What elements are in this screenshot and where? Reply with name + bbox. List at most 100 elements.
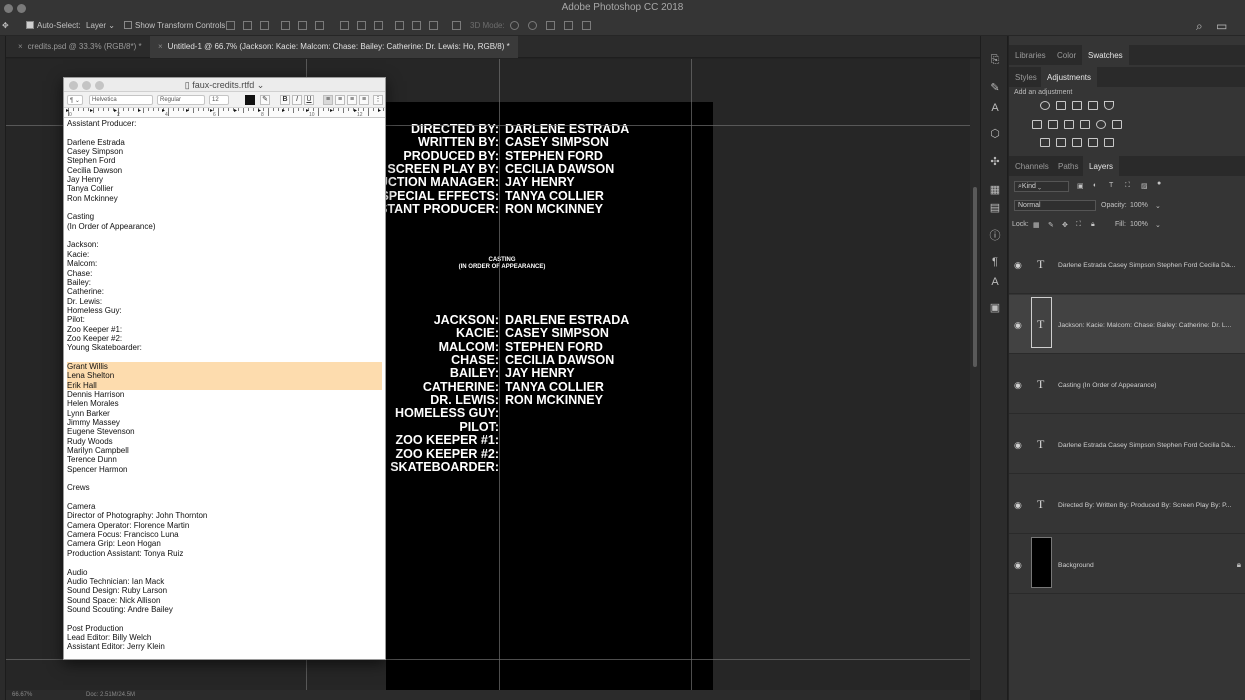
layer-name[interactable]: Casting (In Order of Appearance) bbox=[1058, 382, 1244, 389]
tab-styles[interactable]: Styles bbox=[1009, 67, 1043, 87]
font-style-select[interactable]: Regular bbox=[157, 95, 205, 105]
3d-orbit-icon[interactable] bbox=[510, 21, 519, 30]
opacity-chevron-icon[interactable]: ⌄ bbox=[1155, 202, 1161, 210]
character-icon[interactable]: A bbox=[989, 276, 1001, 288]
italic-button[interactable]: I bbox=[292, 95, 302, 105]
zoom-level[interactable]: 66.67% bbox=[12, 692, 32, 698]
lock-artboard-icon[interactable]: ⛶ bbox=[1076, 221, 1081, 229]
clone-source-icon[interactable]: A bbox=[989, 102, 1001, 114]
history-icon[interactable]: ⎘ bbox=[989, 54, 1001, 66]
opacity-value[interactable]: 100% bbox=[1130, 202, 1148, 209]
brush-settings-icon[interactable]: ✎ bbox=[989, 82, 1001, 94]
tab-paths[interactable]: Paths bbox=[1052, 156, 1084, 176]
text-color-button[interactable] bbox=[245, 95, 255, 105]
tab-libraries[interactable]: Libraries bbox=[1009, 45, 1052, 65]
editor-text-body[interactable]: Assistant Producer: Darlene Estrada Casey … bbox=[64, 119, 385, 659]
posterize-icon[interactable] bbox=[1056, 138, 1066, 147]
filter-adjustment-icon[interactable]: ◐ bbox=[1093, 182, 1097, 189]
tab-color[interactable]: Color bbox=[1051, 45, 1082, 65]
close-tab-icon[interactable]: × bbox=[158, 42, 163, 51]
editor-ruler[interactable]: 0 2 4 6 8 10 12 ▸ ▸ ▸ ▸ ▸ ▸ ▸ ▸ ▸ ▸ ▸ ▸ ▸ ▸ bbox=[64, 108, 385, 118]
auto-select-dropdown[interactable]: Layer ⌄ bbox=[86, 21, 115, 30]
layer-row[interactable]: ◉ T Casting (In Order of Appearance) bbox=[1009, 355, 1245, 414]
ruler-tab-stop[interactable]: ▸ bbox=[210, 108, 213, 114]
hue-saturation-icon[interactable] bbox=[1032, 120, 1042, 129]
ruler-tab-stop[interactable]: ▸ bbox=[306, 108, 309, 114]
visibility-eye-icon[interactable]: ◉ bbox=[1014, 260, 1022, 271]
bold-button[interactable]: B bbox=[280, 95, 290, 105]
layer-name[interactable]: Darlene Estrada Casey Simpson Stephen Fo… bbox=[1058, 442, 1244, 449]
exposure-icon[interactable] bbox=[1088, 101, 1098, 110]
ruler-tab-stop[interactable]: ▸ bbox=[90, 108, 93, 114]
ruler-tab-stop[interactable]: ▸ bbox=[114, 108, 117, 114]
notes-icon[interactable]: ▤ bbox=[989, 202, 1001, 214]
libraries-icon[interactable]: ▦ bbox=[989, 184, 1001, 196]
align-left-icon[interactable] bbox=[281, 21, 290, 30]
tab-swatches[interactable]: Swatches bbox=[1082, 45, 1129, 65]
threshold-icon[interactable] bbox=[1072, 138, 1082, 147]
lock-all-icon[interactable]: 🔒︎ bbox=[1091, 221, 1095, 229]
visibility-eye-icon[interactable]: ◉ bbox=[1014, 440, 1022, 451]
workspace-icon[interactable]: ▭ bbox=[1216, 19, 1227, 33]
ruler-tab-stop[interactable]: ▸ bbox=[234, 108, 237, 114]
align-right-icon[interactable] bbox=[315, 21, 324, 30]
tab-layers[interactable]: Layers bbox=[1083, 156, 1120, 176]
layer-name[interactable]: Directed By: Written By: Produced By: Sc… bbox=[1058, 502, 1244, 509]
tab-adjustments[interactable]: Adjustments bbox=[1041, 67, 1098, 87]
align-bottom-icon[interactable] bbox=[260, 21, 269, 30]
layer-name[interactable]: Darlene Estrada Casey Simpson Stephen Fo… bbox=[1058, 262, 1244, 269]
visibility-eye-icon[interactable]: ◉ bbox=[1014, 380, 1022, 391]
guide-vertical[interactable] bbox=[691, 59, 692, 700]
ruler-tab-stop[interactable]: ▸ bbox=[282, 108, 285, 114]
layer-row[interactable]: ◉ T Directed By: Written By: Produced By… bbox=[1009, 475, 1245, 534]
list-button[interactable]: ⋮ bbox=[373, 95, 383, 105]
selective-color-icon[interactable] bbox=[1104, 138, 1114, 147]
filter-shape-icon[interactable]: ⛶ bbox=[1125, 182, 1130, 190]
ruler-tab-stop[interactable]: ▸ bbox=[378, 108, 381, 114]
visibility-eye-icon[interactable]: ◉ bbox=[1014, 320, 1022, 331]
lock-transparent-icon[interactable]: ▦ bbox=[1033, 221, 1040, 229]
visibility-eye-icon[interactable]: ◉ bbox=[1014, 560, 1022, 571]
navigator-icon[interactable]: ✣ bbox=[989, 156, 1001, 168]
move-tool-icon[interactable]: ✥ bbox=[2, 21, 9, 30]
font-size-select[interactable]: 12 bbox=[209, 95, 229, 105]
canvas-vertical-scrollbar[interactable] bbox=[970, 59, 980, 690]
info-icon[interactable]: ⓘ bbox=[989, 230, 1001, 242]
distribute-left-icon[interactable] bbox=[395, 21, 404, 30]
paragraph-icon[interactable]: ¶ bbox=[989, 256, 1001, 268]
filter-toggle-icon[interactable]: ● bbox=[1157, 180, 1161, 187]
layer-row-selected[interactable]: ◉ T Jackson: Kacie: Malcom: Chase: Baile… bbox=[1009, 295, 1245, 354]
tab-channels[interactable]: Channels bbox=[1009, 156, 1055, 176]
ruler-tab-stop[interactable]: ▸ bbox=[258, 108, 261, 114]
color-balance-icon[interactable] bbox=[1048, 120, 1058, 129]
layer-row[interactable]: ◉ T Darlene Estrada Casey Simpson Stephe… bbox=[1009, 236, 1245, 294]
visibility-eye-icon[interactable]: ◉ bbox=[1014, 500, 1022, 511]
black-white-icon[interactable] bbox=[1064, 120, 1074, 129]
paragraph-style-select[interactable]: ¶ ⌄ bbox=[67, 95, 83, 105]
3d-icon[interactable]: ⬡ bbox=[989, 128, 1001, 140]
align-top-icon[interactable] bbox=[226, 21, 235, 30]
distribute-bottom-icon[interactable] bbox=[374, 21, 383, 30]
levels-icon[interactable] bbox=[1056, 101, 1066, 110]
channel-mixer-icon[interactable] bbox=[1096, 120, 1106, 129]
ruler-tab-stop[interactable]: ▸ bbox=[138, 108, 141, 114]
brightness-icon[interactable] bbox=[1040, 101, 1050, 110]
layer-row[interactable]: ◉ Background 🔒︎ bbox=[1009, 535, 1245, 594]
3d-roll-icon[interactable] bbox=[528, 21, 537, 30]
curves-icon[interactable] bbox=[1072, 101, 1082, 110]
layer-name[interactable]: Background bbox=[1058, 562, 1244, 569]
filter-smart-object-icon[interactable]: ▨ bbox=[1141, 182, 1148, 190]
font-family-select[interactable]: Helvetica bbox=[89, 95, 153, 105]
scrollbar-thumb[interactable] bbox=[973, 187, 977, 367]
ruler-tab-stop[interactable]: ▸ bbox=[330, 108, 333, 114]
search-icon[interactable]: ⌕ bbox=[1196, 19, 1203, 34]
align-center-button[interactable]: ≡ bbox=[335, 95, 345, 105]
text-editor-window[interactable]: ▯ faux-credits.rtfd ⌄ ¶ ⌄ Helvetica Regu… bbox=[63, 77, 386, 660]
auto-align-icon[interactable] bbox=[452, 21, 461, 30]
layer-name[interactable]: Jackson: Kacie: Malcom: Chase: Bailey: C… bbox=[1058, 322, 1244, 329]
ruler-tab-stop[interactable]: ▸ bbox=[66, 108, 69, 114]
highlight-color-button[interactable]: ✎ bbox=[260, 95, 270, 105]
invert-icon[interactable] bbox=[1040, 138, 1050, 147]
tab-credits-psd[interactable]: × credits.psd @ 33.3% (RGB/8*) * bbox=[10, 36, 150, 58]
ruler-tab-stop[interactable]: ▸ bbox=[186, 108, 189, 114]
